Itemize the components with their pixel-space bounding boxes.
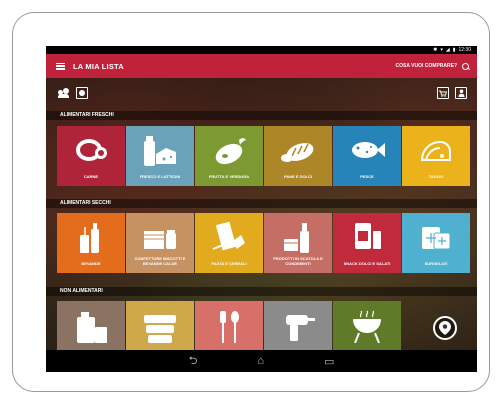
- app-bar: LA MIA LISTA COSA VUOI COMPRARE?: [46, 54, 477, 78]
- drinks-icon: [80, 223, 99, 253]
- pasta-icon: [212, 221, 245, 251]
- android-nav-bar: ⮌ ⌂ ▭: [46, 350, 477, 372]
- category-tile-frozen[interactable]: SURGELATI: [402, 213, 470, 273]
- category-tile-canned[interactable]: PRODOTTI IN SCATOLA E CONDIMENTI: [264, 213, 332, 273]
- wifi-icon: ▾: [440, 47, 443, 53]
- search-icon[interactable]: [462, 62, 469, 70]
- category-tile-pasta[interactable]: PASTA E CEREALI: [195, 213, 263, 273]
- barbecue-icon: [353, 310, 381, 343]
- category-tile-fruit-vegetables[interactable]: FRUTTA E VERDURA: [195, 126, 263, 186]
- category-tile-meat[interactable]: CARNE: [57, 126, 125, 186]
- section-title-non-food: NON ALIMENTARI: [46, 287, 477, 296]
- cart-icon: [439, 90, 447, 97]
- tile-label: SURGELATI: [424, 261, 448, 266]
- household-icon: [77, 312, 107, 343]
- tile-label: FRESCO E LATTICINI: [139, 174, 181, 179]
- category-tile-kitchen[interactable]: [195, 301, 263, 351]
- tile-label: SNACK DOLCI E SALATI: [343, 261, 391, 266]
- category-tile-bread[interactable]: PANE E DOLCI: [264, 126, 332, 186]
- hamburger-menu-icon[interactable]: [56, 62, 65, 70]
- category-tile-snacks[interactable]: SNACK DOLCI E SALATI: [333, 213, 401, 273]
- category-tile-household[interactable]: [57, 301, 125, 351]
- tile-label: BEVANDE: [81, 261, 101, 266]
- grid-view-button[interactable]: [76, 87, 88, 99]
- category-tile-garden[interactable]: [333, 301, 401, 351]
- category-tile-diy[interactable]: [264, 301, 332, 351]
- section-title-dry: ALIMENTARI SECCHI: [46, 199, 477, 208]
- tablet-screen: ✱ ▾ ◢ ▮ 12:30 LA MIA LISTA COSA VUOI COM…: [46, 46, 477, 372]
- tile-label: PESCE: [360, 174, 374, 179]
- biscuits-icon: [144, 230, 176, 249]
- fish-icon: [352, 142, 385, 158]
- snack-icon: [355, 223, 381, 249]
- category-tile-dairy[interactable]: FRESCO E LATTICINI: [126, 126, 194, 186]
- kitchen-tools-icon: [220, 311, 239, 343]
- location-button[interactable]: [433, 316, 457, 340]
- bluetooth-icon: ✱: [433, 47, 438, 53]
- status-bar: ✱ ▾ ◢ ▮ 12:30: [46, 46, 477, 54]
- back-icon[interactable]: ⮌: [189, 352, 198, 371]
- page-title: LA MIA LISTA: [73, 61, 124, 71]
- tile-label: PRODOTTI IN SCATOLA E CONDIMENTI: [273, 256, 323, 266]
- toolbar: [46, 82, 477, 100]
- signal-icon: ◢: [445, 47, 450, 53]
- frozen-icon: [422, 227, 451, 250]
- profile-button[interactable]: [455, 87, 467, 99]
- tile-label: CARNE: [83, 174, 99, 179]
- category-tile-drinks[interactable]: BEVANDE: [57, 213, 125, 273]
- status-time: 12:30: [458, 47, 471, 53]
- tile-label: CONFETTURE BISCOTTI E BEVANDE CALDE: [134, 256, 186, 266]
- tile-label: PANE E DOLCI: [283, 174, 313, 179]
- map-pin-icon: [439, 321, 451, 335]
- recent-apps-icon[interactable]: ▭: [324, 355, 334, 368]
- section-title-fresh: ALIMENTARI FRESCHI: [46, 111, 477, 120]
- category-tile-fish[interactable]: PESCE: [333, 126, 401, 186]
- cheese-icon: [420, 140, 451, 161]
- category-tile-biscuits[interactable]: CONFETTURE BISCOTTI E BEVANDE CALDE: [126, 213, 194, 273]
- category-tile-cheese-cuts[interactable]: TAGLIO: [402, 126, 470, 186]
- battery-icon: ▮: [452, 47, 456, 53]
- cart-button[interactable]: [437, 87, 449, 99]
- tile-label: TAGLIO: [428, 174, 444, 179]
- textile-icon: [144, 315, 176, 343]
- search-prompt[interactable]: COSA VUOI COMPRARE?: [396, 63, 457, 69]
- tile-label: FRUTTA E VERDURA: [208, 174, 250, 179]
- user-icon: [458, 89, 464, 97]
- category-tile-textile[interactable]: [126, 301, 194, 351]
- tile-label: PASTA E CEREALI: [211, 261, 247, 266]
- vegetables-icon: [215, 138, 246, 165]
- home-icon[interactable]: ⌂: [257, 355, 264, 367]
- drill-icon: [286, 315, 315, 341]
- dairy-icon: [144, 136, 176, 166]
- can-icon: [284, 223, 309, 253]
- group-icon[interactable]: [58, 88, 70, 98]
- bread-icon: [281, 143, 314, 162]
- meat-icon: [76, 139, 107, 161]
